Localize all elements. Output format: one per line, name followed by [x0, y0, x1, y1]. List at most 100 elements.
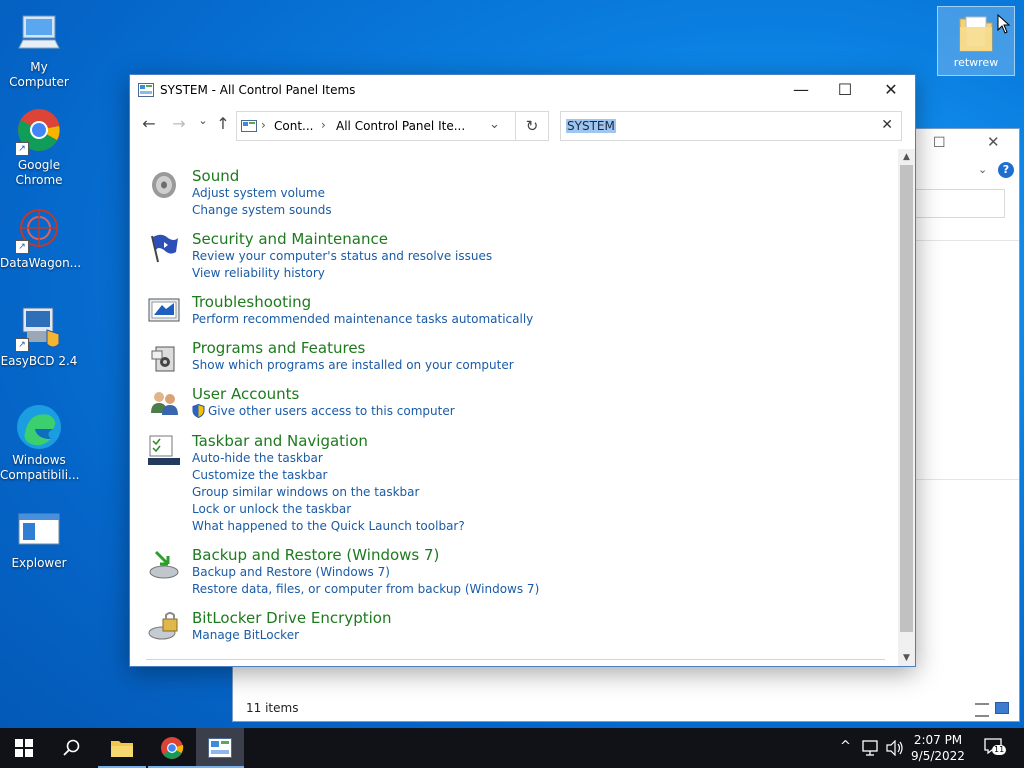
task-link[interactable]: Group similar windows on the taskbar — [192, 485, 419, 499]
folder-label: retwrew — [953, 56, 999, 69]
details-view-icon[interactable] — [975, 703, 989, 717]
bg-chevron-icon[interactable]: ⌄ — [978, 163, 987, 176]
desktop-icon-label: Windows Compatibili... — [0, 453, 80, 482]
bg-search-field[interactable] — [915, 189, 1005, 218]
status-bar: 11 items — [233, 695, 1019, 721]
task-link[interactable]: Auto-hide the taskbar — [192, 451, 323, 465]
bg-close-button[interactable]: ✕ — [987, 133, 1000, 151]
refresh-button[interactable]: ↻ — [515, 112, 548, 140]
task-link[interactable]: Manage BitLocker — [192, 628, 299, 642]
desktop-icon-explower[interactable]: Explower — [0, 506, 78, 571]
search-query[interactable]: SYSTEM — [566, 119, 616, 133]
users-icon — [151, 392, 178, 415]
datawagon-icon: ↗ — [15, 206, 63, 254]
shortcut-arrow-icon: ↗ — [15, 338, 29, 352]
clock-time: 2:07 PM — [913, 733, 963, 747]
breadcrumb-control-panel[interactable]: Cont... — [274, 119, 313, 133]
address-dropdown-button[interactable]: ⌄ — [489, 117, 500, 132]
taskbar-icon — [148, 435, 180, 465]
scroll-thumb[interactable] — [900, 165, 913, 632]
task-link[interactable]: Backup and Restore (Windows 7) — [192, 565, 390, 579]
content-divider — [146, 659, 885, 660]
bg-divider — [915, 240, 1019, 241]
task-link[interactable]: Give other users access to this computer — [208, 404, 455, 418]
show-hidden-icons-button[interactable]: ^ — [840, 739, 851, 754]
scroll-up-button[interactable]: ▲ — [898, 149, 915, 165]
breadcrumb-separator[interactable]: › — [261, 118, 266, 132]
control-panel-window[interactable]: SYSTEM - All Control Panel Items — ☐ ✕ ←… — [129, 74, 916, 667]
maximize-button[interactable]: ☐ — [822, 75, 868, 105]
taskbar: ^ 2:07 PM 9/5/2022 11 — [0, 728, 1024, 768]
address-bar[interactable]: › Cont... › All Control Panel Ite... ⌄ ↻ — [236, 111, 549, 141]
task-link[interactable]: Review your computer's status and resolv… — [192, 249, 492, 263]
troubleshoot-icon — [148, 298, 180, 322]
clock[interactable]: 2:07 PM 9/5/2022 — [908, 732, 968, 764]
taskbar-file-explorer[interactable] — [98, 728, 146, 768]
results-list: Sound Adjust system volume Change system… — [130, 149, 897, 666]
group-title[interactable]: Troubleshooting — [192, 293, 311, 311]
back-button[interactable]: ← — [140, 115, 158, 133]
recent-locations-button[interactable]: ⌄ — [194, 112, 212, 130]
vertical-scrollbar[interactable]: ▲ ▼ — [898, 149, 915, 666]
close-button[interactable]: ✕ — [868, 75, 914, 105]
taskbar-chrome[interactable] — [148, 728, 196, 768]
network-icon[interactable] — [862, 740, 880, 756]
bg-divider — [915, 479, 1019, 480]
help-icon[interactable]: ? — [998, 162, 1014, 178]
windows-logo-icon — [15, 739, 33, 757]
folder-icon — [111, 741, 133, 757]
desktop-icon-windows-compatibility[interactable]: Windows Compatibili... — [0, 403, 80, 483]
task-link[interactable]: Restore data, files, or computer from ba… — [192, 582, 539, 596]
task-link[interactable]: Adjust system volume — [192, 186, 325, 200]
notification-center-button[interactable]: 11 — [984, 738, 1007, 758]
task-link[interactable]: Perform recommended maintenance tasks au… — [192, 312, 533, 326]
group-title[interactable]: User Accounts — [192, 385, 299, 403]
breadcrumb-all-items[interactable]: All Control Panel Ite... — [336, 119, 465, 133]
task-link[interactable]: Change system sounds — [192, 203, 332, 217]
group-title[interactable]: Sound — [192, 167, 239, 185]
mouse-cursor-icon — [997, 14, 1011, 34]
bg-maximize-button[interactable]: ☐ — [933, 135, 946, 151]
group-title[interactable]: Security and Maintenance — [192, 230, 388, 248]
control-panel-icon — [138, 83, 154, 97]
task-link[interactable]: What happened to the Quick Launch toolba… — [192, 519, 465, 533]
shortcut-arrow-icon: ↗ — [15, 142, 29, 156]
desktop-icon-my-computer[interactable]: My Computer — [0, 10, 78, 90]
task-link[interactable]: View reliability history — [192, 266, 325, 280]
chrome-icon — [161, 737, 184, 759]
search-input[interactable]: SYSTEM ✕ — [560, 111, 902, 141]
large-icons-view-icon[interactable] — [995, 702, 1009, 714]
notification-count-badge: 11 — [992, 745, 1007, 755]
breadcrumb-separator[interactable]: › — [321, 118, 326, 132]
explorer-window-icon — [15, 506, 63, 554]
up-button[interactable]: ↑ — [214, 115, 232, 133]
window-title: SYSTEM - All Control Panel Items — [160, 83, 356, 97]
task-link[interactable]: Show which programs are installed on you… — [192, 358, 514, 372]
task-link[interactable]: Lock or unlock the taskbar — [192, 502, 351, 516]
start-button[interactable] — [0, 728, 48, 768]
task-link[interactable]: Customize the taskbar — [192, 468, 327, 482]
desktop-icon-easybcd[interactable]: ↗ EasyBCD 2.4 — [0, 304, 78, 369]
desktop-icon-datawagon[interactable]: ↗ DataWagon... — [0, 206, 81, 271]
desktop-icon-label: Explower — [11, 556, 67, 570]
desktop-icon-google-chrome[interactable]: ↗ Google Chrome — [0, 108, 78, 188]
minimize-button[interactable]: — — [778, 75, 824, 105]
group-title[interactable]: BitLocker Drive Encryption — [192, 609, 391, 627]
volume-icon[interactable] — [886, 740, 904, 756]
group-title[interactable]: Taskbar and Navigation — [192, 432, 368, 450]
speaker-icon — [152, 172, 176, 198]
scroll-down-button[interactable]: ▼ — [898, 650, 915, 666]
chrome-icon: ↗ — [15, 108, 63, 156]
title-bar[interactable]: SYSTEM - All Control Panel Items — ☐ ✕ — [130, 75, 915, 106]
backup-icon — [149, 550, 179, 579]
control-panel-icon — [241, 120, 257, 132]
taskbar-control-panel[interactable] — [196, 728, 244, 768]
desktop-icon-label: EasyBCD 2.4 — [0, 354, 78, 368]
control-panel-icon — [208, 738, 232, 758]
group-title[interactable]: Backup and Restore (Windows 7) — [192, 546, 439, 564]
forward-button[interactable]: → — [170, 115, 188, 133]
clear-search-button[interactable]: ✕ — [881, 117, 893, 133]
shortcut-arrow-icon: ↗ — [15, 240, 29, 254]
group-title[interactable]: Programs and Features — [192, 339, 365, 357]
search-button[interactable] — [48, 728, 96, 768]
